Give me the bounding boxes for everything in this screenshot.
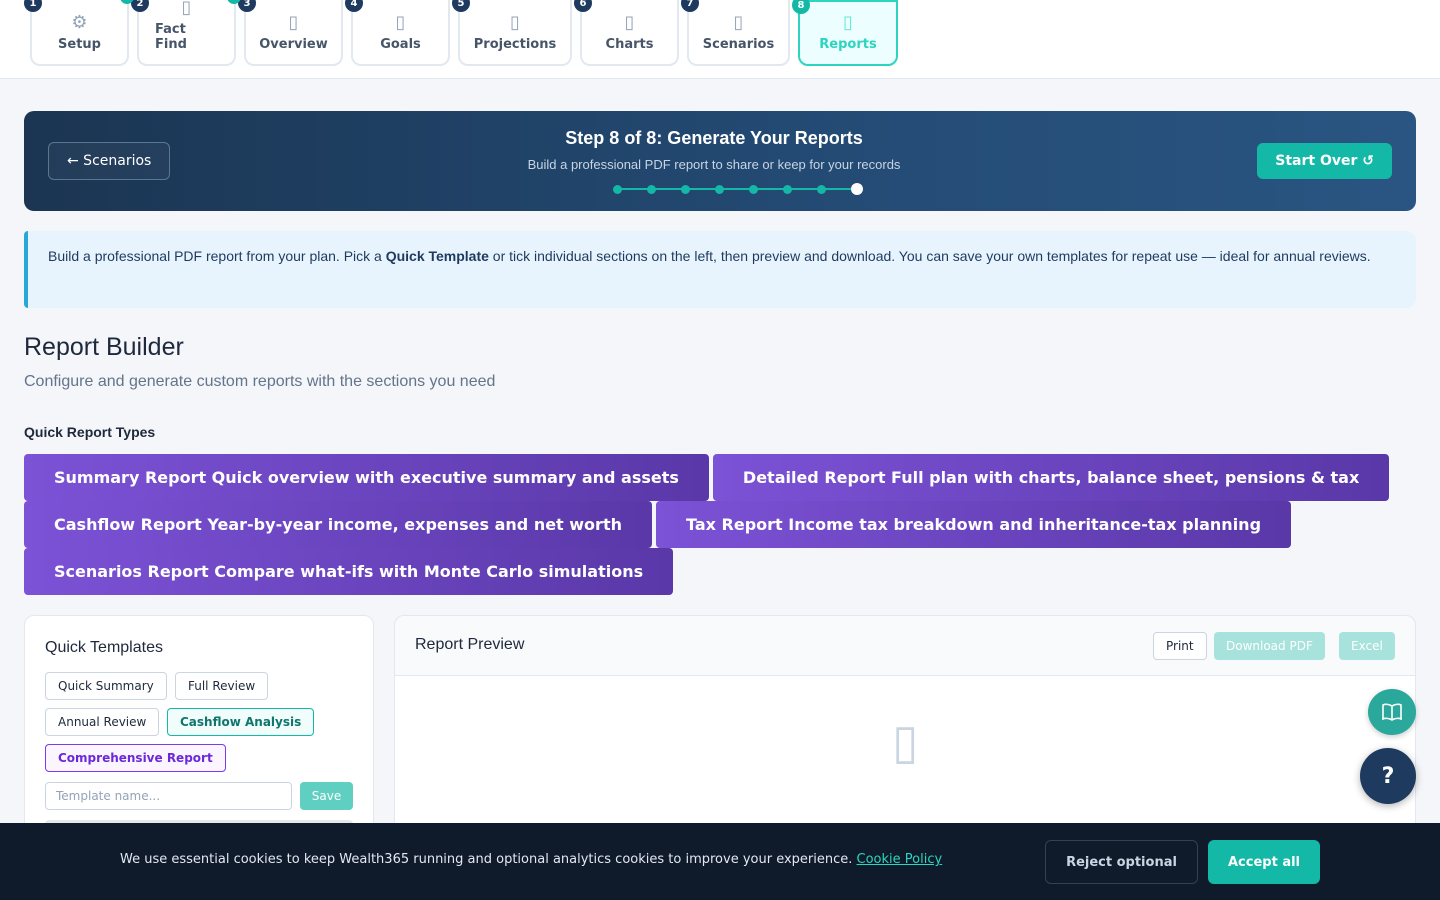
tab-label: Reports	[819, 37, 877, 52]
clipboard-icon: ▯	[181, 0, 192, 18]
quick-report-types-label: Quick Report Types	[24, 424, 156, 440]
save-template-button[interactable]: Save	[300, 782, 353, 810]
help-button[interactable]: ?	[1360, 748, 1416, 804]
info-text-prefix: Build a professional PDF report from you…	[48, 248, 386, 264]
tab-projections[interactable]: 5 ▯ Projections	[452, 0, 572, 66]
summary-report-button[interactable]: Summary Report Quick overview with execu…	[24, 454, 709, 501]
cashflow-report-button[interactable]: Cashflow Report Year-by-year income, exp…	[24, 501, 652, 548]
step-number-badge: 8	[792, 0, 810, 14]
progress-dot	[783, 185, 792, 194]
cookie-message: We use essential cookies to keep Wealth3…	[120, 852, 857, 867]
progress-dot	[749, 185, 758, 194]
chart-icon: ▯	[624, 12, 635, 33]
excel-button[interactable]: Excel	[1339, 632, 1395, 660]
template-comprehensive-report[interactable]: Comprehensive Report	[45, 744, 226, 772]
info-text-bold: Quick Template	[385, 248, 489, 264]
template-quick-summary[interactable]: Quick Summary	[45, 672, 167, 700]
section-subtitle: Configure and generate custom reports wi…	[24, 373, 496, 390]
step-tabs: 1 ⚙ Setup ✓ 2 ▯ Fact Find ✓ 3 ▯ Overview…	[24, 0, 898, 66]
tab-label: Scenarios	[702, 37, 775, 52]
scenarios-report-button[interactable]: Scenarios Report Compare what-ifs with M…	[24, 548, 674, 595]
step-number-badge: 3	[238, 0, 256, 12]
step-number-badge: 5	[452, 0, 470, 12]
tab-fact-find[interactable]: ✓ 2 ▯ Fact Find	[120, 0, 236, 66]
tab-label: Fact Find	[155, 22, 187, 52]
template-cashflow-analysis[interactable]: Cashflow Analysis	[167, 708, 315, 736]
tab-label: Charts	[605, 37, 654, 52]
info-callout: Build a professional PDF report from you…	[24, 231, 1416, 308]
trend-icon: ▯	[510, 12, 520, 33]
report-preview-title: Report Preview	[415, 636, 525, 653]
progress-dot	[851, 183, 863, 195]
tab-label: Goals	[380, 37, 421, 52]
tab-goals[interactable]: 4 ▯ Goals	[345, 0, 450, 66]
tab-label: Overview	[259, 37, 328, 52]
start-over-button[interactable]: Start Over ↺	[1257, 143, 1392, 179]
page-title: Step 8 of 8: Generate Your Reports	[565, 128, 863, 148]
detailed-report-button[interactable]: Detailed Report Full plan with charts, b…	[712, 454, 1390, 501]
template-full-review[interactable]: Full Review	[175, 672, 269, 700]
gear-icon: ⚙	[71, 12, 88, 33]
cookie-policy-link[interactable]: Cookie Policy	[857, 852, 943, 867]
template-name-input[interactable]: Template name...	[45, 782, 292, 810]
tab-scenarios[interactable]: 7 ▯ Scenarios	[681, 0, 790, 66]
dashboard-icon: ▯	[288, 12, 299, 33]
progress-dot	[647, 185, 656, 194]
step-progress	[613, 183, 865, 195]
info-text-suffix: or tick individual sections on the left,…	[488, 248, 1371, 264]
template-annual-review[interactable]: Annual Review	[45, 708, 160, 736]
scenario-icon: ▯	[733, 12, 744, 33]
tab-reports[interactable]: 8 ▯ Reports	[792, 0, 898, 66]
target-icon: ▯	[395, 12, 406, 33]
guide-book-icon[interactable]	[1368, 689, 1416, 735]
reject-optional-button[interactable]: Reject optional	[1045, 840, 1198, 884]
step-number-badge: 6	[574, 0, 592, 12]
tab-overview[interactable]: ✓ 3 ▯ Overview	[227, 0, 343, 66]
cookie-text: We use essential cookies to keep Wealth3…	[120, 852, 942, 867]
step-nav-bar: 1 ⚙ Setup ✓ 2 ▯ Fact Find ✓ 3 ▯ Overview…	[0, 0, 1440, 79]
tab-setup[interactable]: 1 ⚙ Setup	[24, 0, 129, 66]
report-type-buttons: Summary Report Quick overview with execu…	[24, 454, 1416, 595]
document-icon: ▯	[892, 714, 919, 770]
section-title: Report Builder	[24, 333, 184, 361]
quick-templates-title: Quick Templates	[45, 639, 163, 656]
tab-label: Projections	[473, 37, 557, 52]
progress-dot	[715, 185, 724, 194]
step-number-badge: 7	[681, 0, 699, 12]
step-header-banner: ← Scenarios Step 8 of 8: Generate Your R…	[24, 111, 1416, 211]
progress-dot	[817, 185, 826, 194]
step-number-badge: 1	[24, 0, 42, 12]
progress-dot	[681, 185, 690, 194]
step-number-badge: 4	[345, 0, 363, 12]
download-pdf-button[interactable]: Download PDF	[1214, 632, 1325, 660]
accept-all-button[interactable]: Accept all	[1208, 840, 1320, 884]
report-icon: ▯	[843, 12, 853, 33]
cookie-banner: We use essential cookies to keep Wealth3…	[0, 823, 1440, 900]
tax-report-button[interactable]: Tax Report Income tax breakdown and inhe…	[655, 501, 1292, 548]
page-subtitle: Build a professional PDF report to share…	[527, 157, 901, 172]
quick-templates-card: Quick Templates Quick Summary Full Revie…	[24, 615, 374, 845]
progress-dot	[613, 185, 622, 194]
report-preview-card: Report Preview Print Download PDF Excel …	[394, 615, 1416, 846]
print-button[interactable]: Print	[1153, 632, 1207, 660]
tab-charts[interactable]: 6 ▯ Charts	[574, 0, 679, 66]
step-number-badge: 2	[131, 0, 149, 12]
tab-label: Setup	[58, 37, 101, 52]
